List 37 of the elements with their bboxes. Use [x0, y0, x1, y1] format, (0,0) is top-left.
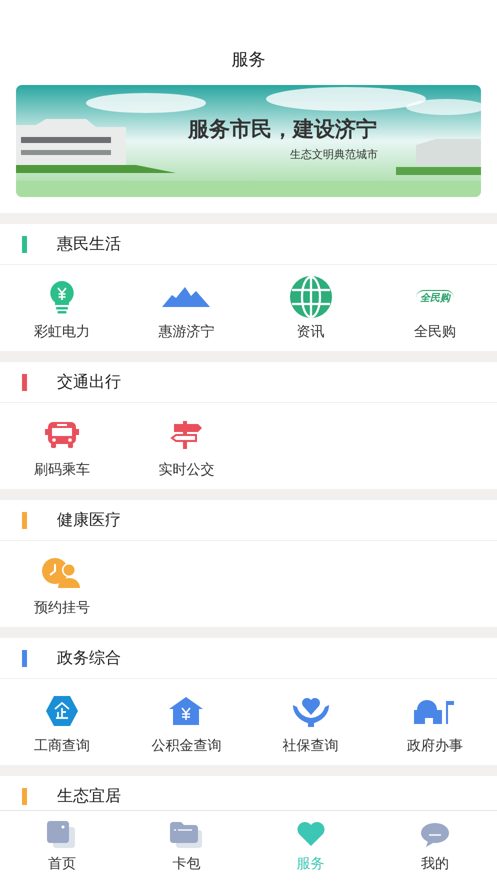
- globe-icon: [288, 275, 333, 319]
- service-item[interactable]: 彩虹电力: [0, 265, 124, 351]
- signpost-icon: [170, 421, 202, 449]
- banner-headline: 服务市民，建设济宁: [188, 116, 377, 143]
- bus-icon: [45, 421, 80, 449]
- tab-item[interactable]: 卡包: [124, 811, 248, 883]
- tab-item[interactable]: 首页: [0, 811, 124, 883]
- banner-tagline: 生态文明典范城市: [290, 147, 378, 162]
- mountains-icon: [162, 287, 210, 307]
- logo-text: 全民购: [416, 290, 454, 304]
- page-title: 服务: [230, 49, 266, 72]
- service-item[interactable]: 实时公交: [124, 403, 248, 489]
- service-item[interactable]: 全民购 全民购: [372, 265, 497, 351]
- service-item[interactable]: 惠游济宁: [124, 265, 248, 351]
- service-item[interactable]: 刷码乘车: [0, 403, 124, 489]
- service-item[interactable]: 资讯: [248, 265, 373, 351]
- service-item[interactable]: 预约挂号: [0, 541, 124, 627]
- hands-heart-icon: [292, 695, 330, 727]
- service-item[interactable]: 政府办事: [372, 679, 497, 765]
- section-title: 惠民生活: [57, 234, 121, 254]
- section-title: 生态宜居: [57, 786, 121, 806]
- service-item[interactable]: 公积金查询: [124, 679, 248, 765]
- service-item[interactable]: 工商查询: [0, 679, 124, 765]
- service-item[interactable]: 社保查询: [248, 679, 373, 765]
- banner[interactable]: 服务市民，建设济宁 生态文明典范城市: [16, 85, 481, 197]
- lightbulb-icon: [49, 280, 76, 314]
- house-icon: [169, 697, 204, 725]
- tab-item[interactable]: 我的: [372, 811, 497, 883]
- building-flag-icon: [414, 698, 456, 724]
- home-icon: [47, 821, 78, 849]
- chat-bubble-icon: [420, 822, 450, 848]
- section-title: 交通出行: [57, 372, 121, 392]
- section-title: 政务综合: [57, 648, 121, 668]
- hexagon-icon: [46, 696, 78, 726]
- heart-icon: [296, 822, 326, 848]
- section-title: 健康医疗: [57, 510, 121, 530]
- folder-icon: [170, 822, 202, 848]
